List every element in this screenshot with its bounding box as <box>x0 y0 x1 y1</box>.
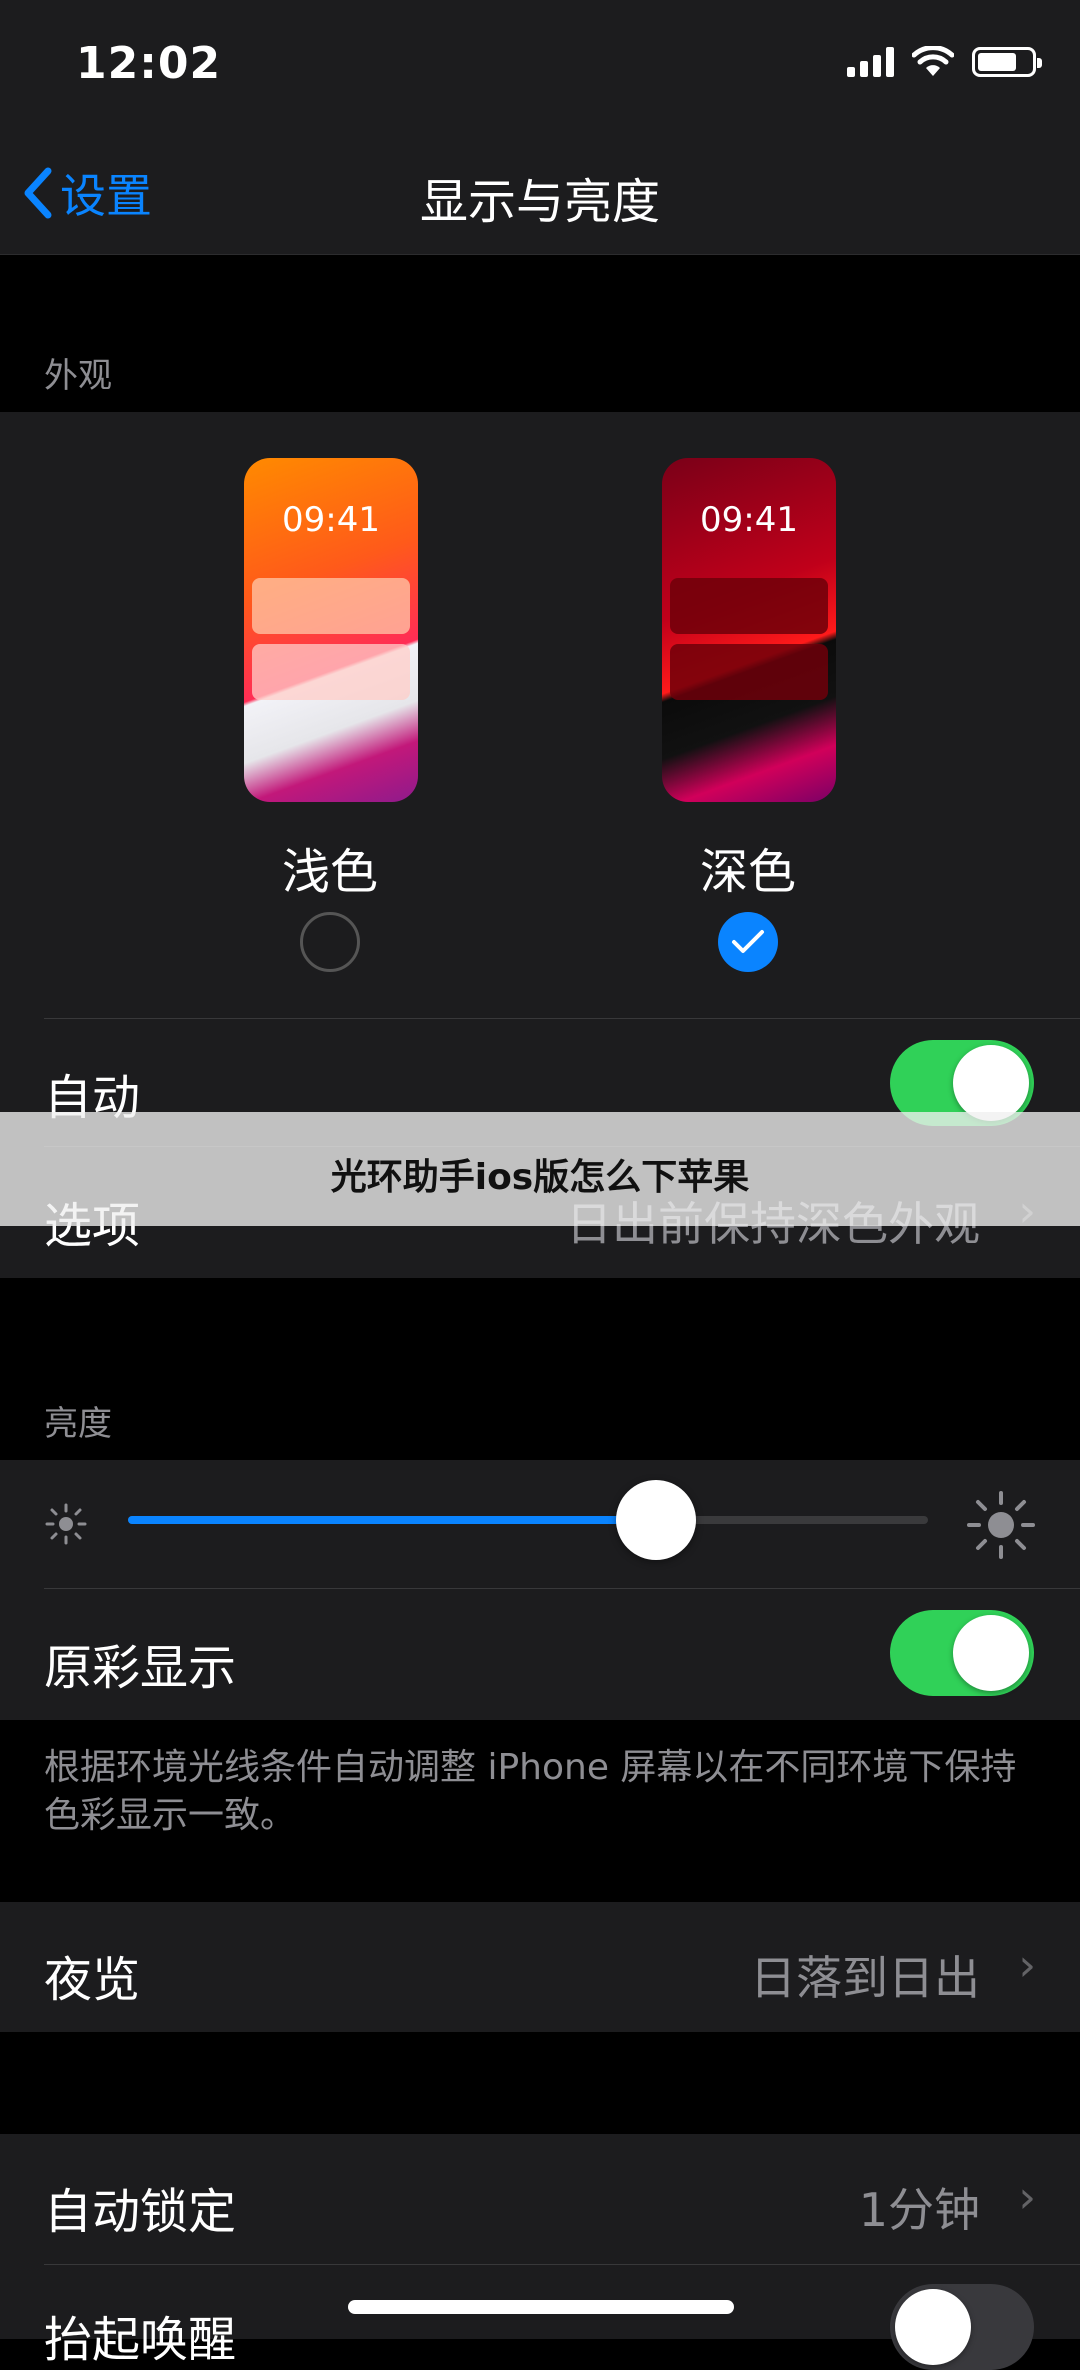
wifi-icon <box>912 46 954 76</box>
dark-mode-label: 深色 <box>699 844 796 900</box>
night-shift-value: 日落到日出 <box>750 1951 980 2005</box>
night-shift-row[interactable]: 夜览 日落到日出 › <box>0 1902 1080 2032</box>
light-mode-preview[interactable]: 09:41 <box>244 458 418 802</box>
raise-to-wake-toggle[interactable] <box>890 2284 1034 2370</box>
dark-preview-time: 09:41 <box>700 500 798 540</box>
status-icons <box>847 46 1042 78</box>
navigation-bar: 设置 显示与亮度 <box>0 140 1080 255</box>
dark-mode-radio[interactable] <box>718 912 778 972</box>
dark-preview-card <box>670 644 828 700</box>
section-label-appearance: 外观 <box>44 356 112 396</box>
brightness-slider[interactable] <box>128 1480 928 1560</box>
auto-lock-value: 1分钟 <box>858 2183 980 2237</box>
auto-lock-row[interactable]: 自动锁定 1分钟 › <box>0 2134 1080 2264</box>
raise-to-wake-label: 抬起唤醒 <box>44 2312 237 2368</box>
chevron-right-icon: › <box>1018 1940 1036 1991</box>
light-preview-card <box>252 644 410 700</box>
home-indicator <box>348 2300 734 2314</box>
brightness-group: 原彩显示 <box>0 1460 1080 1720</box>
auto-lock-label: 自动锁定 <box>44 2184 237 2240</box>
brightness-slider-fill <box>128 1516 656 1524</box>
chevron-right-icon: › <box>1018 2172 1036 2223</box>
true-tone-label: 原彩显示 <box>44 1640 237 1696</box>
overlay-banner: 光环助手ios版怎么下苹果 <box>0 1112 1080 1226</box>
battery-icon <box>972 47 1042 77</box>
sun-small-icon <box>45 1503 87 1545</box>
sun-large-icon <box>967 1491 1035 1559</box>
status-time: 12:02 <box>76 38 222 89</box>
status-bar: 12:02 <box>0 0 1080 140</box>
true-tone-description: 根据环境光线条件自动调整 iPhone 屏幕以在不同环境下保持色彩显示一致。 <box>44 1747 1017 1836</box>
light-preview-time: 09:41 <box>282 500 380 540</box>
brightness-slider-thumb[interactable] <box>616 1480 696 1560</box>
checkmark-icon <box>732 930 764 953</box>
cellular-signal-icon <box>847 47 894 77</box>
light-mode-label: 浅色 <box>281 844 378 900</box>
dark-preview-card <box>670 578 828 634</box>
light-mode-radio[interactable] <box>300 912 360 972</box>
page-title: 显示与亮度 <box>419 174 660 230</box>
light-preview-card <box>252 578 410 634</box>
banner-text: 光环助手ios版怎么下苹果 <box>330 1157 750 1198</box>
night-shift-label: 夜览 <box>44 1952 141 2008</box>
dark-mode-preview[interactable]: 09:41 <box>662 458 836 802</box>
true-tone-toggle[interactable] <box>890 1610 1034 1696</box>
section-label-brightness: 亮度 <box>44 1404 112 1444</box>
